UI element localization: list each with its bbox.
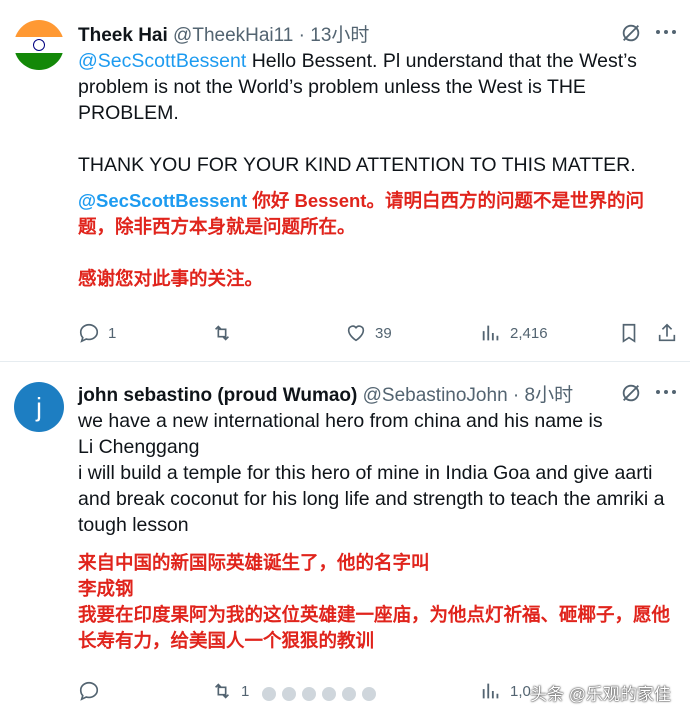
share-icon [658, 323, 676, 342]
tweet-header: Theek Hai @TheekHai11 · 13小时 [78, 20, 369, 47]
retweet-icon [214, 325, 230, 341]
timestamp[interactable]: · 13小时 [299, 25, 370, 46]
grok-icon[interactable] [620, 382, 642, 404]
author-handle[interactable]: @TheekHai11 [173, 25, 293, 46]
more-options-icon[interactable] [656, 22, 680, 42]
translation-text: 来自中国的新国际英雄诞生了，他的名字叫 李成钢 我要在印度果阿为我的这位英雄建一… [78, 552, 671, 651]
views-icon [482, 683, 499, 699]
tweet-header: john sebastino (proud Wumao) @SebastinoJ… [78, 380, 573, 407]
retweet-icon [214, 683, 230, 699]
tweet-text: we have a new international hero from ch… [78, 410, 665, 536]
india-flag-icon [14, 20, 64, 70]
reply-count: 1 [108, 324, 117, 342]
views-icon [482, 325, 499, 341]
timestamp[interactable]: · 8小时 [513, 385, 573, 406]
watermark: 头条 @乐观的家佳 [530, 685, 671, 704]
avatar-letter: j [36, 391, 42, 422]
more-options-icon[interactable] [656, 382, 680, 402]
tweet-text: @SecScottBessent Hello Bessent. Pl under… [78, 48, 683, 178]
avatar[interactable] [14, 20, 64, 70]
action-bar: 1 39 2,416 [78, 322, 678, 350]
reply-button[interactable] [78, 680, 108, 702]
blurred-overlay [262, 684, 412, 704]
heart-icon [347, 325, 365, 342]
reply-icon [79, 323, 99, 343]
like-button[interactable]: 39 [345, 322, 392, 344]
bookmark-icon [622, 323, 636, 343]
tweet-1[interactable]: Theek Hai @TheekHai11 · 13小时 @SecScottBe… [0, 0, 690, 362]
retweet-count: 1 [241, 682, 250, 700]
retweet-button[interactable] [211, 322, 241, 344]
reply-icon [79, 681, 99, 701]
views-count: 2,416 [510, 324, 548, 342]
mention-link[interactable]: @SecScottBessent [78, 50, 246, 72]
retweet-button[interactable]: 1 [211, 680, 249, 702]
views-button[interactable]: 1,0 [480, 680, 531, 702]
translation-mention: @SecScottBessent [78, 190, 248, 211]
share-button[interactable] [656, 322, 678, 344]
like-count: 39 [375, 324, 392, 342]
author-name[interactable]: john sebastino (proud Wumao) [78, 385, 357, 406]
views-count: 1,0 [510, 682, 531, 700]
translation-text: @SecScottBessent 你好 Bessent。请明白西方的问题不是世界… [78, 188, 678, 292]
reply-button[interactable]: 1 [78, 322, 116, 344]
author-handle[interactable]: @SebastinoJohn [363, 385, 508, 406]
grok-icon[interactable] [620, 22, 642, 44]
author-name[interactable]: Theek Hai [78, 25, 168, 46]
views-button[interactable]: 2,416 [480, 322, 548, 344]
bookmark-button[interactable] [618, 322, 640, 344]
tweet-2[interactable]: j john sebastino (proud Wumao) @Sebastin… [0, 362, 690, 716]
avatar[interactable]: j [14, 382, 64, 432]
